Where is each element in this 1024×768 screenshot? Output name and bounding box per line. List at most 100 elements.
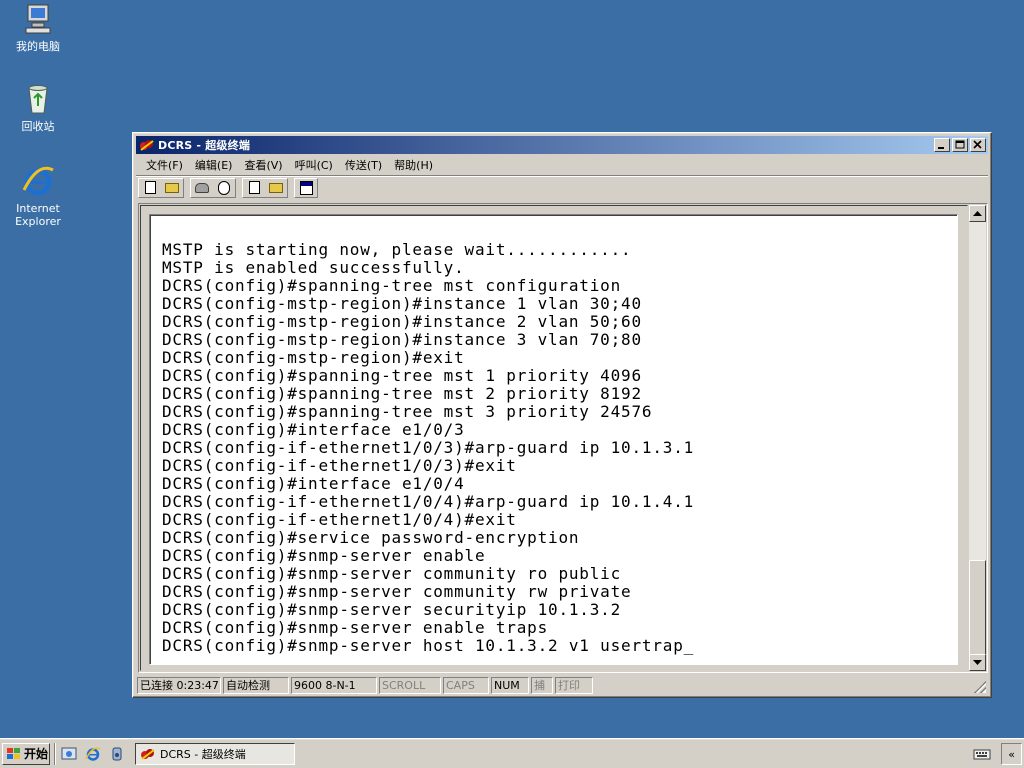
terminal-line: DCRS(config)#snmp-server community rw pr… [162,582,632,601]
scroll-thumb[interactable] [969,560,986,656]
terminal-screen[interactable]: MSTP is starting now, please wait.......… [149,214,958,665]
terminal-line: DCRS(config-if-ethernet1/0/3)#arp-guard … [162,438,695,457]
open-folder-icon [165,182,179,193]
status-params: 9600 8-N-1 [291,677,377,694]
desktop-icon-recycle-bin[interactable]: 回收站 [0,82,76,133]
terminal-line: DCRS(config)#snmp-server host 10.1.3.2 v… [162,636,695,655]
desktop-icon-internet-explorer[interactable]: Internet Explorer [0,164,76,228]
tray-keyboard-button[interactable] [969,743,995,765]
maximize-button[interactable] [952,138,968,152]
terminal-line: DCRS(config)#spanning-tree mst 2 priorit… [162,384,642,403]
toolbar-group-transfer [242,177,288,198]
new-connection-button[interactable] [139,179,161,197]
my-computer-icon [21,2,55,36]
desktop-icon-label: Internet Explorer [15,202,61,228]
status-connected-time: 已连接 0:23:47 [137,677,221,694]
taskbar-button-label: DCRS - 超级终端 [160,747,246,761]
new-document-icon [144,181,156,194]
menu-bar: 文件(F) 编辑(E) 查看(V) 呼叫(C) 传送(T) 帮助(H) [136,155,988,174]
receive-file-icon [269,182,283,193]
terminal-line: DCRS(config)#service password-encryption [162,528,580,547]
hyperterminal-app-icon[interactable] [139,138,155,152]
toolbar-group-props [294,177,318,198]
scroll-down-button[interactable] [969,654,986,671]
window-titlebar[interactable]: DCRS - 超级终端 [136,136,988,154]
open-button[interactable] [161,179,183,197]
terminal-line: DCRS(config-if-ethernet1/0/4)#arp-guard … [162,492,695,511]
windows-logo-icon [6,747,22,761]
terminal-line: DCRS(config)#snmp-server securityip 10.1… [162,600,622,619]
send-button[interactable] [243,179,265,197]
arrow-down-icon [973,659,982,665]
media-player-icon [112,747,122,760]
menu-call[interactable]: 呼叫(C) [289,157,339,173]
toolbar-group-call [190,177,236,198]
minimize-icon [938,147,944,149]
terminal-line: DCRS(config)#snmp-server enable [162,546,486,565]
terminal-line: DCRS(config-mstp-region)#instance 3 vlan… [162,330,642,349]
toolbar [136,175,988,199]
scroll-up-button[interactable] [969,205,986,222]
terminal-line: DCRS(config-if-ethernet1/0/4)#exit [162,510,517,529]
send-file-icon [248,181,260,194]
terminal-frame: MSTP is starting now, please wait.......… [138,203,988,673]
disconnect-button[interactable] [213,179,235,197]
terminal-line: DCRS(config)#spanning-tree mst configura… [162,276,622,295]
taskbar: 开始 DCRS - 超级终端 « [0,738,1024,768]
quick-ie-button[interactable] [83,744,103,764]
terminal-line: DCRS(config)#interface e1/0/4 [162,474,465,493]
terminal-line: DCRS(config)#spanning-tree mst 3 priorit… [162,402,653,421]
terminal-inner: MSTP is starting now, please wait.......… [140,205,968,671]
start-button[interactable]: 开始 [2,742,50,765]
menu-help[interactable]: 帮助(H) [388,157,439,173]
status-bar: 已连接 0:23:47 自动检测 9600 8-N-1 SCROLL CAPS … [136,676,988,695]
resize-grip[interactable] [974,681,986,693]
taskbar-hyperterminal-button[interactable]: DCRS - 超级终端 [135,742,295,765]
arrow-up-icon [973,210,982,216]
menu-edit[interactable]: 编辑(E) [189,157,239,173]
desktop-icon-my-computer[interactable]: 我的电脑 [0,2,76,53]
receive-button[interactable] [265,179,287,197]
minimize-button[interactable] [934,138,950,152]
window-title: DCRS - 超级终端 [158,139,251,152]
terminal-line: DCRS(config-mstp-region)#instance 2 vlan… [162,312,642,331]
call-button[interactable] [191,179,213,197]
hyperterminal-window: DCRS - 超级终端 文件(F) 编辑(E) 查看(V) 呼叫(C) 传送(T… [132,132,992,698]
properties-icon [299,180,313,195]
start-label: 开始 [24,747,49,761]
status-scroll: SCROLL [379,677,441,694]
terminal-line: MSTP is enabled successfully. [162,258,465,277]
keyboard-icon [973,749,991,760]
quick-media-button[interactable] [107,744,127,764]
menu-file[interactable]: 文件(F) [140,157,189,173]
terminal-line: DCRS(config)#snmp-server community ro pu… [162,564,622,583]
desktop-icon-label: 我的电脑 [16,40,60,53]
properties-button[interactable] [295,179,317,197]
status-capture: 捕 [531,677,553,694]
system-tray: « [963,743,1022,765]
terminal-line: DCRS(config-mstp-region)#instance 1 vlan… [162,294,642,313]
status-detect: 自动检测 [223,677,289,694]
terminal-line: MSTP is starting now, please wait.......… [162,240,632,259]
hyperterminal-app-icon [141,748,155,760]
status-print: 打印 [555,677,593,694]
terminal-line: DCRS(config)#snmp-server enable traps [162,618,549,637]
vertical-scrollbar[interactable] [969,205,986,671]
toolbar-group-file [138,177,184,198]
terminal-line: DCRS(config-mstp-region)#exit [162,348,465,367]
menu-view[interactable]: 查看(V) [238,157,288,173]
internet-explorer-icon [85,746,101,761]
status-num: NUM [491,677,529,694]
show-desktop-icon [61,747,77,759]
menu-transfer[interactable]: 传送(T) [339,157,388,173]
quick-desktop-button[interactable] [59,744,79,764]
terminal-line: DCRS(config-if-ethernet1/0/3)#exit [162,456,517,475]
close-button[interactable] [970,138,986,152]
chevron-left-icon: « [1008,747,1015,761]
close-icon [973,140,982,149]
status-caps: CAPS [443,677,489,694]
tray-expand-button[interactable]: « [1001,743,1022,765]
recycle-bin-icon [21,82,55,116]
hang-up-icon [218,180,230,195]
quick-launch [54,742,131,765]
